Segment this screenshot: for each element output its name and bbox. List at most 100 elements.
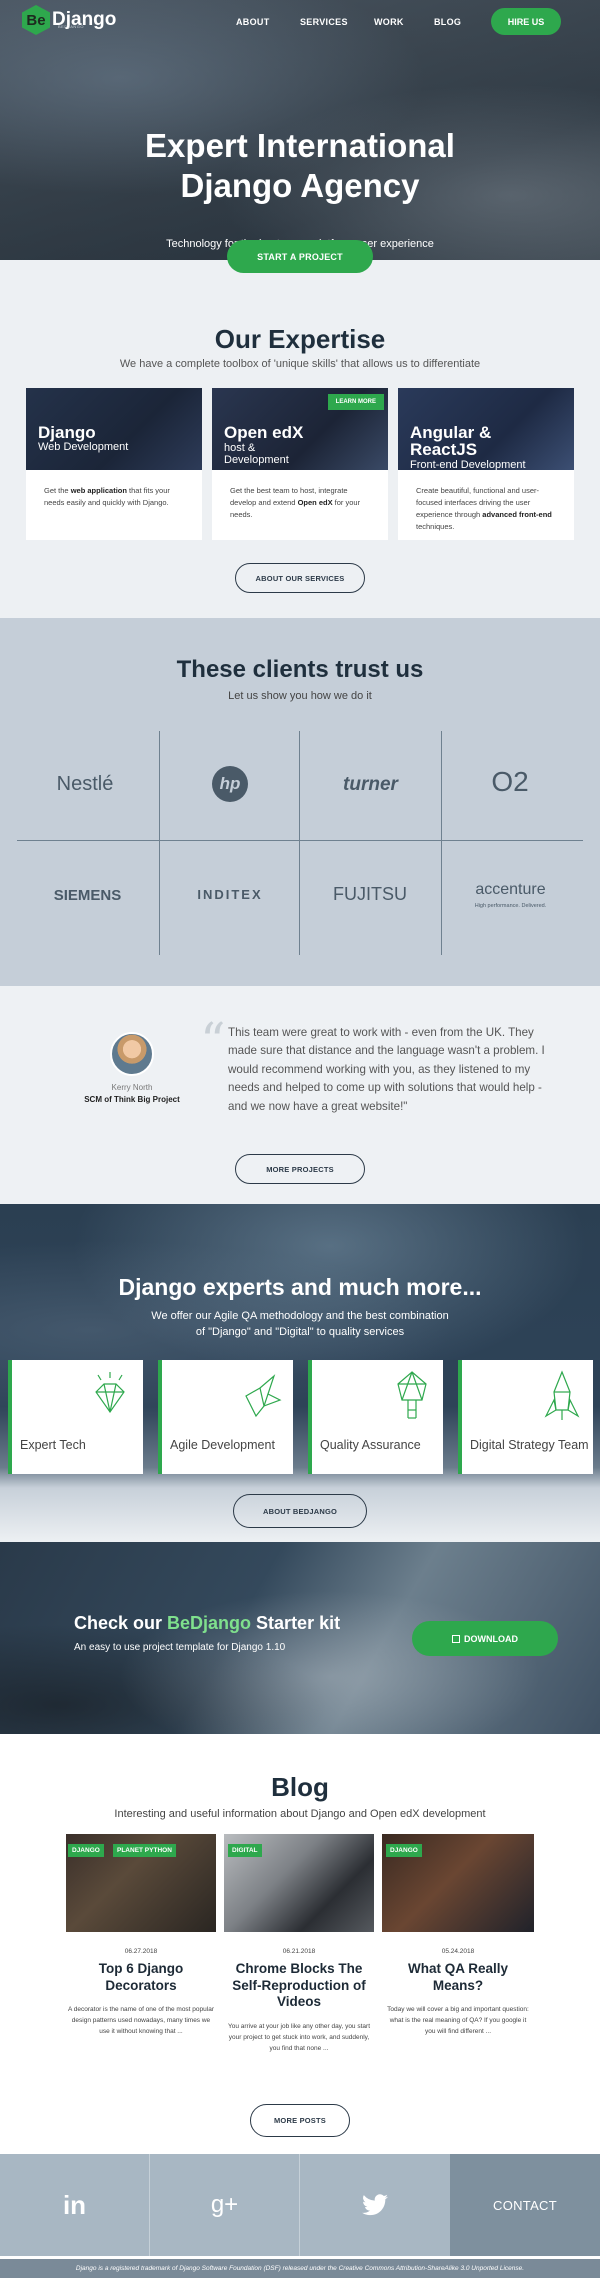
geometric-lamp-icon xyxy=(397,1371,427,1419)
expertise-card-django[interactable]: Django Web Development Get the web appli… xyxy=(26,388,202,540)
experts-subtitle: We offer our Agile QA methodology and th… xyxy=(0,1308,600,1340)
client-logo-siemens: SIEMENS xyxy=(53,887,122,904)
feature-card-digital-strategy[interactable]: Digital Strategy Team xyxy=(458,1360,593,1474)
post-excerpt: You arrive at your job like any other da… xyxy=(228,2022,370,2052)
starter-kit-subtitle: An easy to use project template for Djan… xyxy=(74,1642,286,1653)
post-tag[interactable]: DIGITAL xyxy=(228,1844,262,1857)
client-logo-fujitsu: FUJITSU xyxy=(333,884,407,904)
client-logo-nestle: Nestlé xyxy=(56,773,114,795)
card-subtitle: Web Development xyxy=(38,441,129,453)
rocket-icon xyxy=(544,1370,580,1420)
expertise-card-angular[interactable]: Angular & ReactJS Front-end Development … xyxy=(398,388,574,540)
feature-label: Digital Strategy Team xyxy=(470,1438,589,1452)
nav-work[interactable]: WORK xyxy=(374,17,404,27)
card-subtitle: host & Development xyxy=(224,442,289,466)
download-icon xyxy=(452,1634,460,1643)
expertise-card-openedx[interactable]: LEARN MORE Open edX host & Development G… xyxy=(212,388,388,540)
card-image: Angular & ReactJS Front-end Development xyxy=(398,388,574,470)
blog-post[interactable]: DIGITAL 06.21.2018 Chrome Blocks The Sel… xyxy=(224,1834,374,2054)
diamond-icon xyxy=(95,1372,125,1414)
clients-subtitle: Let us show you how we do it xyxy=(228,690,372,702)
post-tag[interactable]: DJANGO xyxy=(68,1844,104,1857)
nav-services[interactable]: SERVICES xyxy=(300,17,348,27)
more-projects-button[interactable]: MORE PROJECTS xyxy=(235,1154,365,1184)
testimonial-author: Kerry North xyxy=(111,1083,153,1092)
client-logo-accenture: accenture xyxy=(475,881,546,898)
card-description: Create beautiful, functional and user-fo… xyxy=(416,486,552,531)
grid-divider xyxy=(17,840,583,841)
card-description: Get the best team to host, integrate dev… xyxy=(230,486,361,519)
post-excerpt: Today we will cover a big and important … xyxy=(387,2006,529,2035)
twitter-bird-icon xyxy=(362,2194,388,2216)
expertise-subtitle: We have a complete toolbox of 'unique sk… xyxy=(119,358,481,370)
post-title[interactable]: What QA Really Means? xyxy=(382,1961,534,1994)
nav-blog[interactable]: BLOG xyxy=(434,17,461,27)
post-tag[interactable]: PLANET PYTHON xyxy=(113,1844,176,1857)
clients-section: These clients trust us Let us show you h… xyxy=(0,618,600,986)
quote-icon: “ xyxy=(200,1012,226,1070)
post-image: DIGITAL xyxy=(224,1834,374,1932)
experts-subtitle-line-1: We offer our Agile QA methodology and th… xyxy=(151,1310,449,1322)
post-tag[interactable]: DJANGO xyxy=(386,1844,422,1857)
client-logo-accenture-tagline: High performance. Delivered. xyxy=(474,903,547,909)
card-image: LEARN MORE Open edX host & Development xyxy=(212,388,388,470)
card-title: Open edX xyxy=(224,423,304,442)
card-image: Django Web Development xyxy=(26,388,202,470)
start-project-button[interactable]: START A PROJECT xyxy=(227,240,373,273)
card-title: Angular & ReactJS xyxy=(410,423,492,459)
feature-label: Quality Assurance xyxy=(320,1438,421,1452)
post-date: 06.21.2018 xyxy=(282,1948,316,1955)
blog-section: Blog Interesting and useful information … xyxy=(0,1734,600,2154)
download-label: DOWNLOAD xyxy=(464,1633,518,1644)
about-services-button[interactable]: ABOUT OUR SERVICES xyxy=(235,563,365,593)
testimonial-section: Kerry North SCM of Think Big Project “ T… xyxy=(0,986,600,1204)
expertise-title: Our Expertise xyxy=(214,324,386,354)
feature-card-expert-tech[interactable]: Expert Tech xyxy=(8,1360,143,1474)
grid-divider xyxy=(299,731,300,955)
twitter-icon[interactable] xyxy=(300,2154,450,2256)
post-excerpt: A decorator is the name of one of the mo… xyxy=(68,2006,214,2035)
experts-subtitle-line-2: of "Django" and "Digital" to quality ser… xyxy=(195,1326,405,1338)
blog-post[interactable]: DJANGO PLANET PYTHON 06.27.2018 Top 6 Dj… xyxy=(66,1834,216,2037)
hire-us-button[interactable]: HIRE US xyxy=(491,8,561,35)
google-plus-icon[interactable]: g+ xyxy=(150,2154,299,2256)
post-date: 06.27.2018 xyxy=(124,1948,158,1955)
client-logo-inditex: INDITEX xyxy=(197,887,263,902)
more-posts-button[interactable]: MORE POSTS xyxy=(250,2104,350,2137)
blog-title: Blog xyxy=(271,1772,329,1802)
linkedin-icon[interactable]: in xyxy=(0,2154,149,2256)
post-title[interactable]: Top 6 Django Decorators xyxy=(66,1961,216,1994)
logo[interactable]: Be Django xyxy=(22,5,116,35)
social-footer: in g+ CONTACT xyxy=(0,2154,600,2256)
experts-title: Django experts and much more... xyxy=(118,1274,482,1300)
avatar xyxy=(110,1032,154,1076)
post-image: DJANGO xyxy=(382,1834,534,1932)
about-bedjango-button[interactable]: ABOUT BEDJANGO xyxy=(233,1494,367,1528)
client-logo-hp: hp xyxy=(212,766,248,802)
client-logo-o2: O2 xyxy=(491,766,529,797)
top-navigation: Be Django BEDJANGO ABOUT SERVICES WORK B… xyxy=(0,0,600,44)
expertise-section: START A PROJECT Our Expertise We have a … xyxy=(0,240,600,618)
nav-about[interactable]: ABOUT xyxy=(236,17,270,27)
clients-title: These clients trust us xyxy=(176,656,424,683)
download-button[interactable]: DOWNLOAD xyxy=(412,1621,558,1656)
hero-title-line-1: Expert International xyxy=(145,127,455,164)
hero-title: Expert International Django Agency xyxy=(0,126,600,206)
card-description: Get the web application that fits your n… xyxy=(44,486,170,507)
starter-kit-title: Check our BeDjango Starter kit xyxy=(74,1613,341,1633)
contact-button[interactable]: CONTACT xyxy=(450,2154,600,2256)
footer-legal-note: Django is a registered trademark of Djan… xyxy=(0,2259,600,2278)
testimonial-role: SCM of Think Big Project xyxy=(84,1095,180,1104)
blog-post[interactable]: DJANGO 05.24.2018 What QA Really Means? … xyxy=(382,1834,534,2037)
feature-label: Agile Development xyxy=(170,1438,275,1452)
feature-card-qa[interactable]: Quality Assurance xyxy=(308,1360,443,1474)
blog-subtitle: Interesting and useful information about… xyxy=(114,1808,486,1820)
logo-subtext: BEDJANGO xyxy=(58,24,85,29)
post-image: DJANGO PLANET PYTHON xyxy=(66,1834,216,1932)
learn-more-button[interactable]: LEARN MORE xyxy=(327,394,384,410)
card-title: Django xyxy=(38,423,96,442)
post-date: 05.24.2018 xyxy=(441,1948,475,1955)
feature-card-agile[interactable]: Agile Development xyxy=(158,1360,293,1474)
client-logo-turner: turner xyxy=(343,774,398,795)
post-title[interactable]: Chrome Blocks The Self-Reproduction of V… xyxy=(224,1961,374,2011)
